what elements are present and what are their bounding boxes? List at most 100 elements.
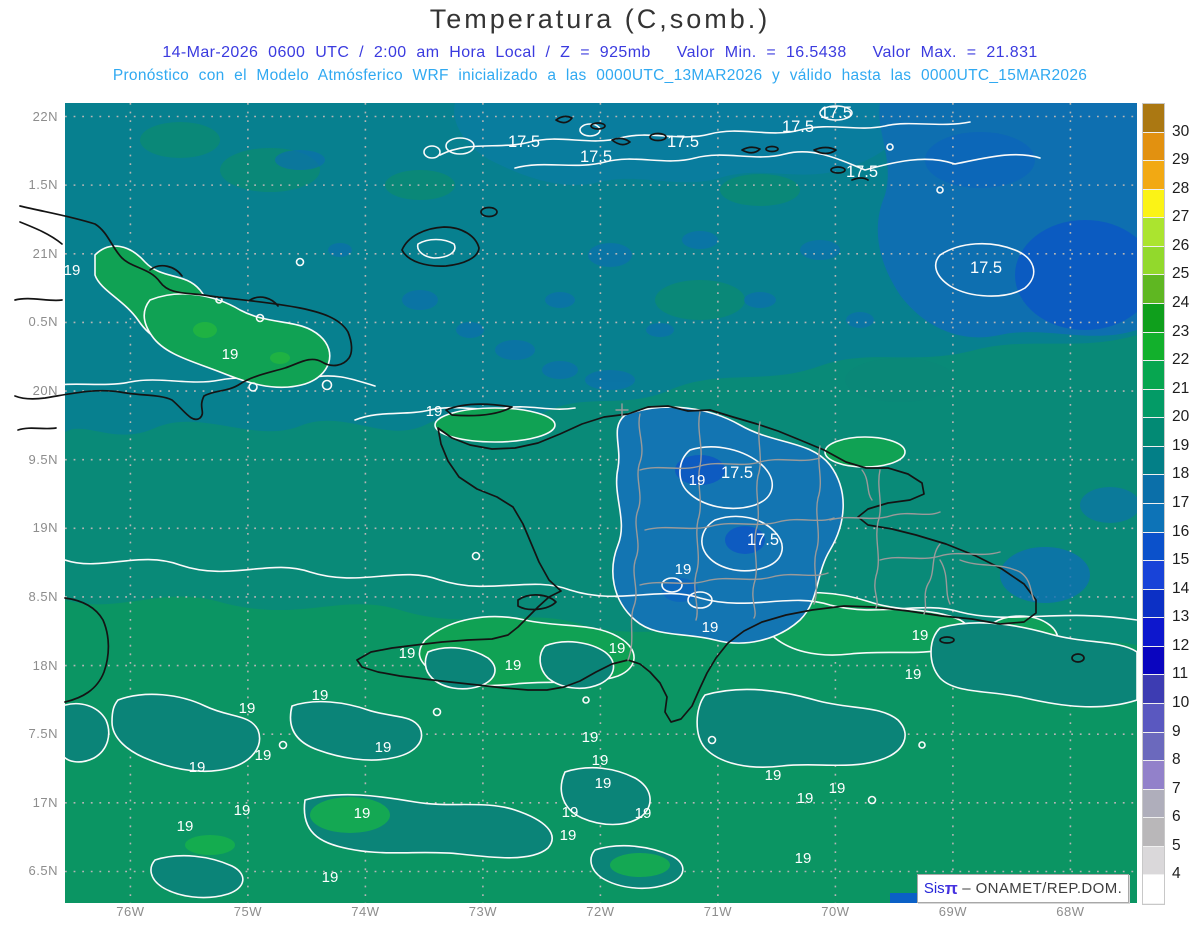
contour-label: 17.5 xyxy=(667,133,699,151)
contour-label: 19 xyxy=(255,747,272,764)
contour-label: 19 xyxy=(582,729,599,746)
colorbar-tick-label: 22 xyxy=(1172,351,1190,369)
x-axis-tick-label: 75W xyxy=(233,904,262,919)
colorbar-segment xyxy=(1143,789,1164,819)
colorbar-tick-label: 10 xyxy=(1172,694,1190,711)
contour-label: 19 xyxy=(505,657,522,674)
colorbar-segment xyxy=(1143,304,1164,333)
colorbar-tick-label: 18 xyxy=(1172,465,1190,483)
colorbar-segment xyxy=(1143,132,1164,162)
colorbar-segment xyxy=(1143,104,1164,133)
contour-label: 19 xyxy=(354,805,371,822)
y-axis-tick-label: 9.5N xyxy=(28,451,58,467)
contour-label: 19 xyxy=(795,850,812,867)
colorbar-segment xyxy=(1143,846,1164,876)
x-axis-tick-label: 76W xyxy=(116,904,145,919)
colorbar-segment xyxy=(1143,704,1164,733)
colorbar-tick-label: 19 xyxy=(1172,436,1190,454)
y-axis-tick-label: 7.5N xyxy=(28,726,58,742)
colorbar-tick-label: 20 xyxy=(1172,408,1190,426)
sispi-name: Sis xyxy=(923,880,945,897)
colorbar-segment xyxy=(1143,761,1164,790)
contour-label: 17.5 xyxy=(820,104,852,122)
temperature-map: 17.5 17.5 17.5 17.5 17.5 17.5 17.5 17.5 17.5 19 19… xyxy=(14,103,1137,903)
contour-label: 17.5 xyxy=(721,464,753,482)
x-axis-tick-label: 72W xyxy=(586,904,615,919)
colorbar-tick-label: 14 xyxy=(1172,579,1190,597)
contour-label: 19 xyxy=(829,780,846,797)
contour-label: 19 xyxy=(562,804,579,821)
colorbar-segment xyxy=(1143,446,1164,476)
y-axis-tick-label: 17N xyxy=(32,794,58,810)
contour-label: 19 xyxy=(635,805,652,822)
contour-label: 17.5 xyxy=(846,163,878,181)
x-axis-tick-label: 68W xyxy=(1056,904,1085,919)
y-axis-tick-label: 0.5N xyxy=(28,314,58,330)
colorbar-tick-label: 27 xyxy=(1172,208,1190,226)
y-axis-tick-label: 6.5N xyxy=(28,863,58,879)
x-axis-tick-label: 74W xyxy=(351,904,380,919)
colorbar-segment xyxy=(1143,818,1164,847)
contour-label: 17.5 xyxy=(970,259,1002,277)
colorbar-tick-label: 29 xyxy=(1172,151,1190,169)
contour-label: 19 xyxy=(765,767,782,784)
colorbar-tick-label: 4 xyxy=(1172,865,1181,883)
contour-label: 17.5 xyxy=(580,148,612,166)
colorbar-tick-label: 8 xyxy=(1172,751,1181,769)
contour-label: 19 xyxy=(905,666,922,683)
contour-label: 19 xyxy=(239,700,256,717)
colorbar-tick-label: 6 xyxy=(1172,808,1181,826)
y-axis-tick-label: 22N xyxy=(32,108,58,124)
y-axis-tick-label: 19N xyxy=(32,520,58,536)
x-axis-tick-label: 69W xyxy=(938,904,967,919)
y-axis-tick-label: 20N xyxy=(32,383,58,399)
colorbar-segment xyxy=(1143,361,1164,390)
contour-label: 19 xyxy=(177,818,194,835)
colorbar-tick-label: 26 xyxy=(1172,236,1190,254)
colorbar-segment xyxy=(1143,161,1164,190)
colorbar-segment xyxy=(1143,218,1164,247)
contour-label: 19 xyxy=(322,869,339,886)
colorbar-segment xyxy=(1143,589,1164,619)
pi-symbol-icon: π xyxy=(944,879,958,898)
colorbar-segment xyxy=(1143,389,1164,419)
contour-label: 19 xyxy=(399,645,416,662)
colorbar-tick-label: 12 xyxy=(1172,636,1190,654)
contour-label: 19 xyxy=(609,640,626,657)
temperature-colorbar xyxy=(1142,103,1165,905)
contour-label: 19 xyxy=(592,752,609,769)
colorbar-tick-label: 24 xyxy=(1172,294,1190,311)
colorbar-segment xyxy=(1143,532,1164,562)
contour-label: 19 xyxy=(797,790,814,807)
contour-label: 19 xyxy=(64,262,81,279)
colorbar-tick-label: 5 xyxy=(1172,836,1181,854)
contour-label: 19 xyxy=(426,403,443,420)
sispi-branding-box: Sis π – ONAMET/REP.DOM. xyxy=(917,874,1129,903)
colorbar-tick-label: 9 xyxy=(1172,722,1181,740)
colorbar-segment xyxy=(1143,332,1164,362)
colorbar-tick-label: 25 xyxy=(1172,265,1190,283)
colorbar-tick-label: 21 xyxy=(1172,379,1190,397)
y-axis-tick-label: 18N xyxy=(32,657,58,673)
contour-label: 19 xyxy=(375,739,392,756)
contour-label: 19 xyxy=(222,346,239,363)
colorbar-segment xyxy=(1143,275,1164,304)
contour-label: 17.5 xyxy=(747,531,779,549)
y-axis-tick-label: 1.5N xyxy=(28,177,58,193)
colorbar-segment xyxy=(1143,732,1164,762)
onamet-credit: – ONAMET/REP.DOM. xyxy=(957,880,1123,897)
contour-label: 19 xyxy=(912,627,929,644)
weather-map-page: Temperatura (C,somb.) 14-Mar-2026 0600 U… xyxy=(0,0,1200,927)
colorbar-segment xyxy=(1143,418,1164,447)
colorbar-tick-label: 17 xyxy=(1172,494,1190,511)
y-axis-tick-label: 21N xyxy=(32,245,58,261)
y-axis-tick-label: 8.5N xyxy=(28,588,58,604)
colorbar-segment xyxy=(1143,246,1164,276)
contour-label: 19 xyxy=(312,687,329,704)
x-axis-tick-label: 70W xyxy=(821,904,850,919)
colorbar-tick-label: 13 xyxy=(1172,608,1190,626)
colorbar-segment xyxy=(1143,189,1164,219)
colorbar-segment xyxy=(1143,475,1164,504)
contour-label: 19 xyxy=(560,827,577,844)
colorbar-segment xyxy=(1143,675,1164,704)
